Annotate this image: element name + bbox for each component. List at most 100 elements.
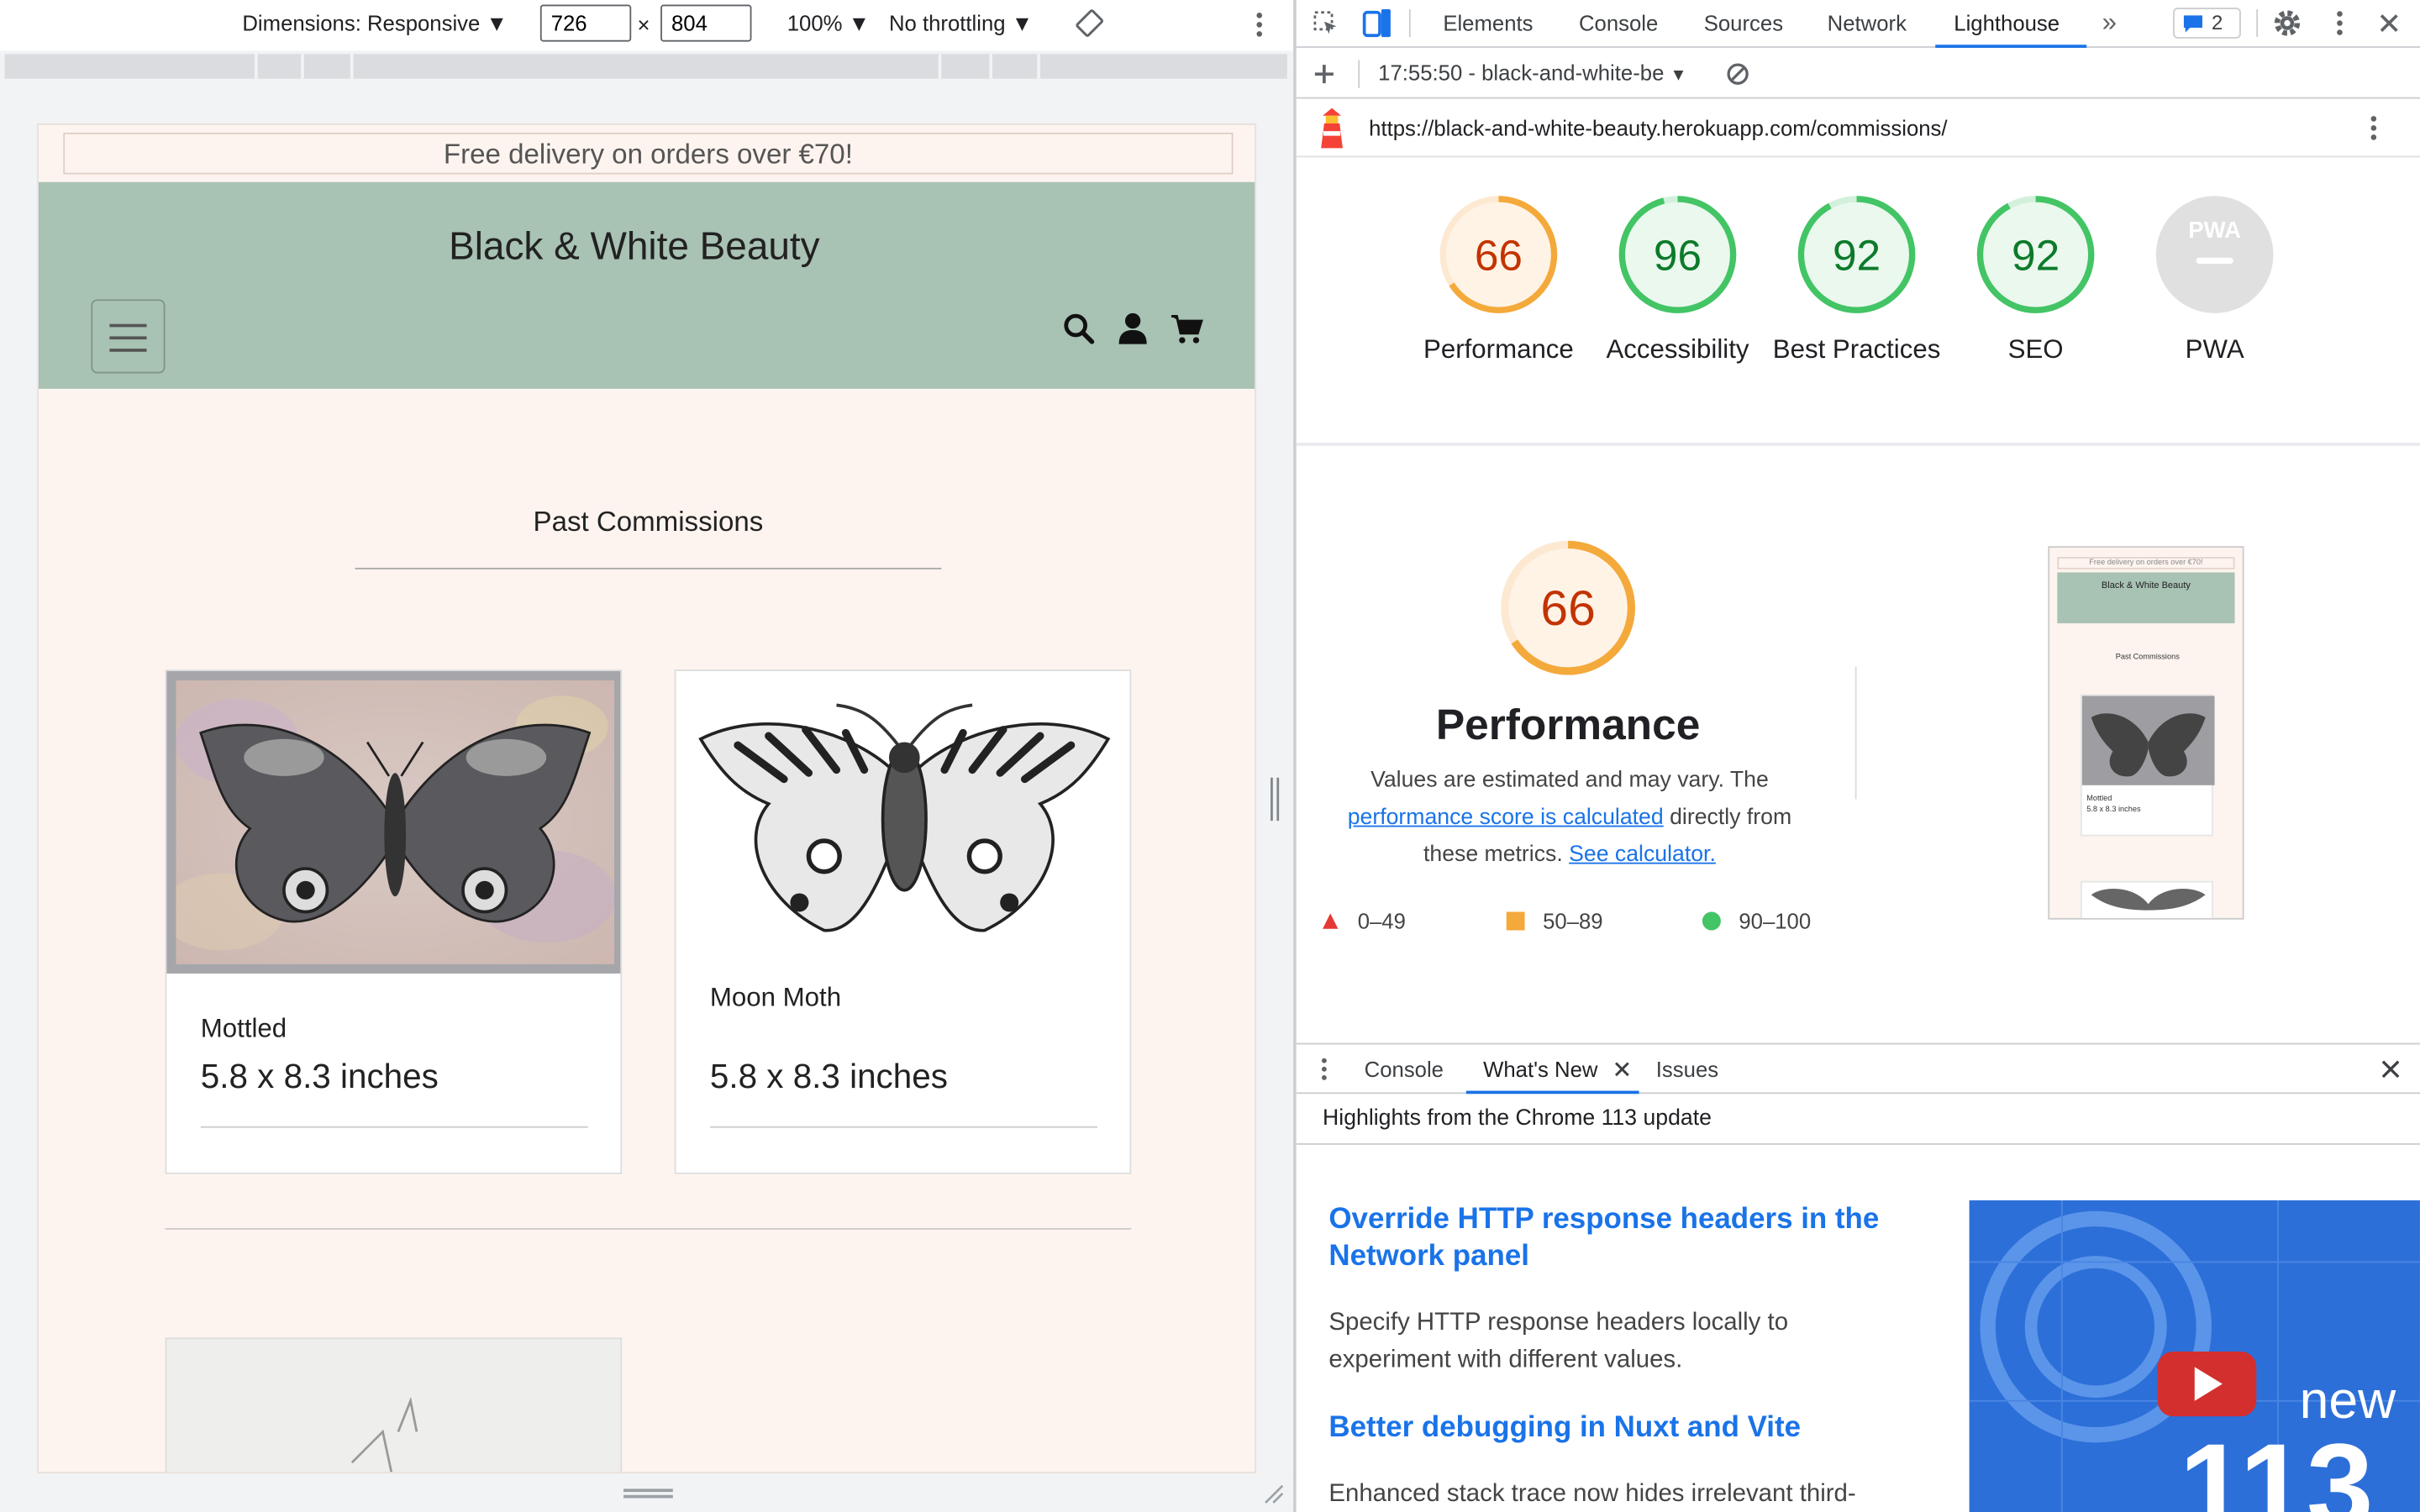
site-title[interactable]: Black & White Beauty: [39, 225, 1230, 270]
score-gauge: 92: [1797, 196, 1916, 313]
legend-fail: 0–49: [1321, 909, 1406, 933]
active-tab-indicator: [1935, 45, 2087, 48]
emulated-page: Free delivery on orders over €70! Black …: [37, 123, 1257, 1474]
close-drawer-icon[interactable]: [2380, 1058, 2402, 1080]
pwa-badge-icon: PWA: [2155, 196, 2274, 313]
width-input[interactable]: [539, 4, 632, 42]
dimensions-dropdown[interactable]: Dimensions: Responsive ▼: [242, 11, 508, 35]
artwork-image[interactable]: [166, 1339, 623, 1473]
card-title: Mottled: [200, 1013, 287, 1043]
thumb-card-name: Mottled: [2086, 794, 2112, 804]
lighthouse-report-bar: 17:55:50 - black-and-white-be ▼: [1296, 50, 2420, 99]
resize-corner-icon[interactable]: [1262, 1483, 1284, 1504]
score-value: 92: [1833, 230, 1881, 279]
thumb-header: Black & White Beauty: [2057, 572, 2235, 624]
whats-new-heading: Highlights from the Chrome 113 update: [1323, 1105, 1712, 1131]
customize-menu-icon[interactable]: [2333, 9, 2346, 37]
drawer-tab-console[interactable]: Console: [1365, 1057, 1444, 1081]
tab-sources[interactable]: Sources: [1704, 11, 1783, 35]
commission-card-moon-moth[interactable]: Moon Moth 5.8 x 8.3 inches: [674, 669, 1132, 1174]
report-label: 17:55:50 - black-and-white-be: [1378, 60, 1665, 86]
drawer-tab-issues[interactable]: Issues: [1656, 1057, 1718, 1081]
card-size: 5.8 x 8.3 inches: [709, 1057, 948, 1096]
settings-gear-icon[interactable]: [2272, 8, 2303, 39]
search-icon[interactable]: [1062, 312, 1096, 345]
close-devtools-icon[interactable]: [2377, 11, 2402, 35]
tab-lighthouse[interactable]: Lighthouse: [1954, 11, 2060, 35]
gauge-performance[interactable]: 66 Performance: [1406, 193, 1591, 369]
active-tab-indicator: [1465, 1090, 1639, 1095]
caret-down-icon: ▼: [1011, 10, 1034, 36]
lighthouse-logo-icon: [1321, 108, 1343, 149]
commission-card-mottled[interactable]: Mottled 5.8 x 8.3 inches: [165, 669, 623, 1174]
more-tabs-button[interactable]: »: [2102, 8, 2117, 39]
gauge-pwa[interactable]: PWA PWA: [2122, 193, 2307, 369]
gauge-label: Accessibility: [1606, 334, 1749, 365]
section-divider: [1296, 443, 2420, 446]
menu-toggle-button[interactable]: [91, 299, 166, 374]
zoom-dropdown[interactable]: 100% ▼: [787, 11, 870, 35]
report-url-bar: https://black-and-white-beauty.herokuapp…: [1296, 99, 2420, 158]
square-icon: [1506, 911, 1525, 931]
see-calculator-link[interactable]: See calculator.: [1569, 843, 1716, 867]
tab-elements[interactable]: Elements: [1443, 11, 1533, 35]
gauge-seo[interactable]: 92 SEO: [1943, 193, 2128, 369]
more-options-icon[interactable]: [1253, 11, 1265, 39]
score-gauge: 66: [1439, 196, 1558, 313]
dimensions-label: Dimensions: Responsive: [242, 10, 481, 36]
devtools-drawer: Console What's New Issues Highlights fro…: [1296, 1042, 2420, 1512]
report-url[interactable]: https://black-and-white-beauty.herokuapp…: [1369, 116, 1947, 140]
whats-new-item-title[interactable]: Override HTTP response headers in the Ne…: [1328, 1202, 1884, 1276]
whats-new-item-title[interactable]: Better debugging in Nuxt and Vite: [1328, 1410, 1884, 1447]
throttling-dropdown[interactable]: No throttling ▼: [889, 11, 1033, 35]
score-value: 96: [1654, 230, 1702, 279]
thumb-card: Mottled 5.8 x 8.3 inches: [2080, 694, 2215, 837]
cart-icon[interactable]: [1170, 312, 1203, 345]
moon-moth-artwork-image[interactable]: [676, 670, 1130, 946]
score-gauge: 92: [1976, 196, 2095, 313]
gauge-label: Performance: [1423, 334, 1574, 365]
desc-text: Values are estimated and may vary. The: [1370, 768, 1769, 794]
mottled-artwork-image[interactable]: [166, 670, 621, 974]
page-screenshot-thumbnail[interactable]: Free delivery on orders over €70! Black …: [2048, 546, 2244, 920]
media-query-bar[interactable]: [0, 50, 1294, 82]
resize-handle-bar[interactable]: [0, 1474, 1294, 1512]
account-icon[interactable]: [1116, 312, 1150, 345]
drawer-tab-whats-new[interactable]: What's New: [1483, 1057, 1597, 1081]
score-value: 66: [1475, 230, 1523, 279]
commission-card-partial[interactable]: [165, 1337, 623, 1473]
inspect-element-icon[interactable]: [1312, 9, 1339, 37]
gauge-accessibility[interactable]: 96 Accessibility: [1585, 193, 1770, 369]
gauge-label: Best Practices: [1772, 334, 1941, 365]
triangle-icon: [1323, 913, 1339, 929]
legend-range: 0–49: [1357, 908, 1406, 934]
drawer-menu-icon[interactable]: [1319, 1057, 1328, 1081]
report-menu-icon[interactable]: [2367, 114, 2380, 142]
issues-counter-button[interactable]: 2: [2173, 8, 2241, 39]
score-calculated-link[interactable]: performance score is calculated: [1348, 806, 1664, 830]
section-title: Past Commissions: [533, 506, 764, 538]
legend-range: 50–89: [1543, 908, 1603, 934]
gauge-best-practices[interactable]: 92 Best Practices: [1764, 193, 1949, 369]
performance-title: Performance: [1435, 700, 1701, 748]
whats-new-video-thumbnail[interactable]: new 113: [1969, 1200, 2420, 1512]
close-tab-icon[interactable]: [1614, 1062, 1629, 1077]
clear-reports-icon[interactable]: [1725, 61, 1749, 86]
tab-network[interactable]: Network: [1828, 11, 1907, 35]
device-toolbar-toggle-icon[interactable]: [1361, 8, 1392, 39]
devtools-panel: Elements Console Sources Network Lightho…: [1296, 0, 2420, 1512]
splitter-handle-icon[interactable]: [1267, 774, 1282, 824]
tab-console[interactable]: Console: [1579, 11, 1658, 35]
legend-range: 90–100: [1739, 908, 1812, 934]
height-input[interactable]: [660, 4, 752, 42]
new-report-icon[interactable]: [1313, 63, 1335, 85]
throttling-label: No throttling: [888, 10, 1006, 36]
report-selector[interactable]: 17:55:50 - black-and-white-be ▼: [1378, 60, 1686, 85]
circle-icon: [1702, 911, 1721, 931]
thumb-title: Black & White Beauty: [2101, 581, 2191, 591]
rotate-icon[interactable]: [1076, 9, 1104, 37]
device-toolbar: Dimensions: Responsive ▼ × 100% ▼ No thr…: [0, 0, 1294, 50]
zoom-label: 100%: [786, 10, 843, 36]
dimension-times: ×: [637, 12, 650, 38]
score-value: 92: [2012, 230, 2060, 279]
